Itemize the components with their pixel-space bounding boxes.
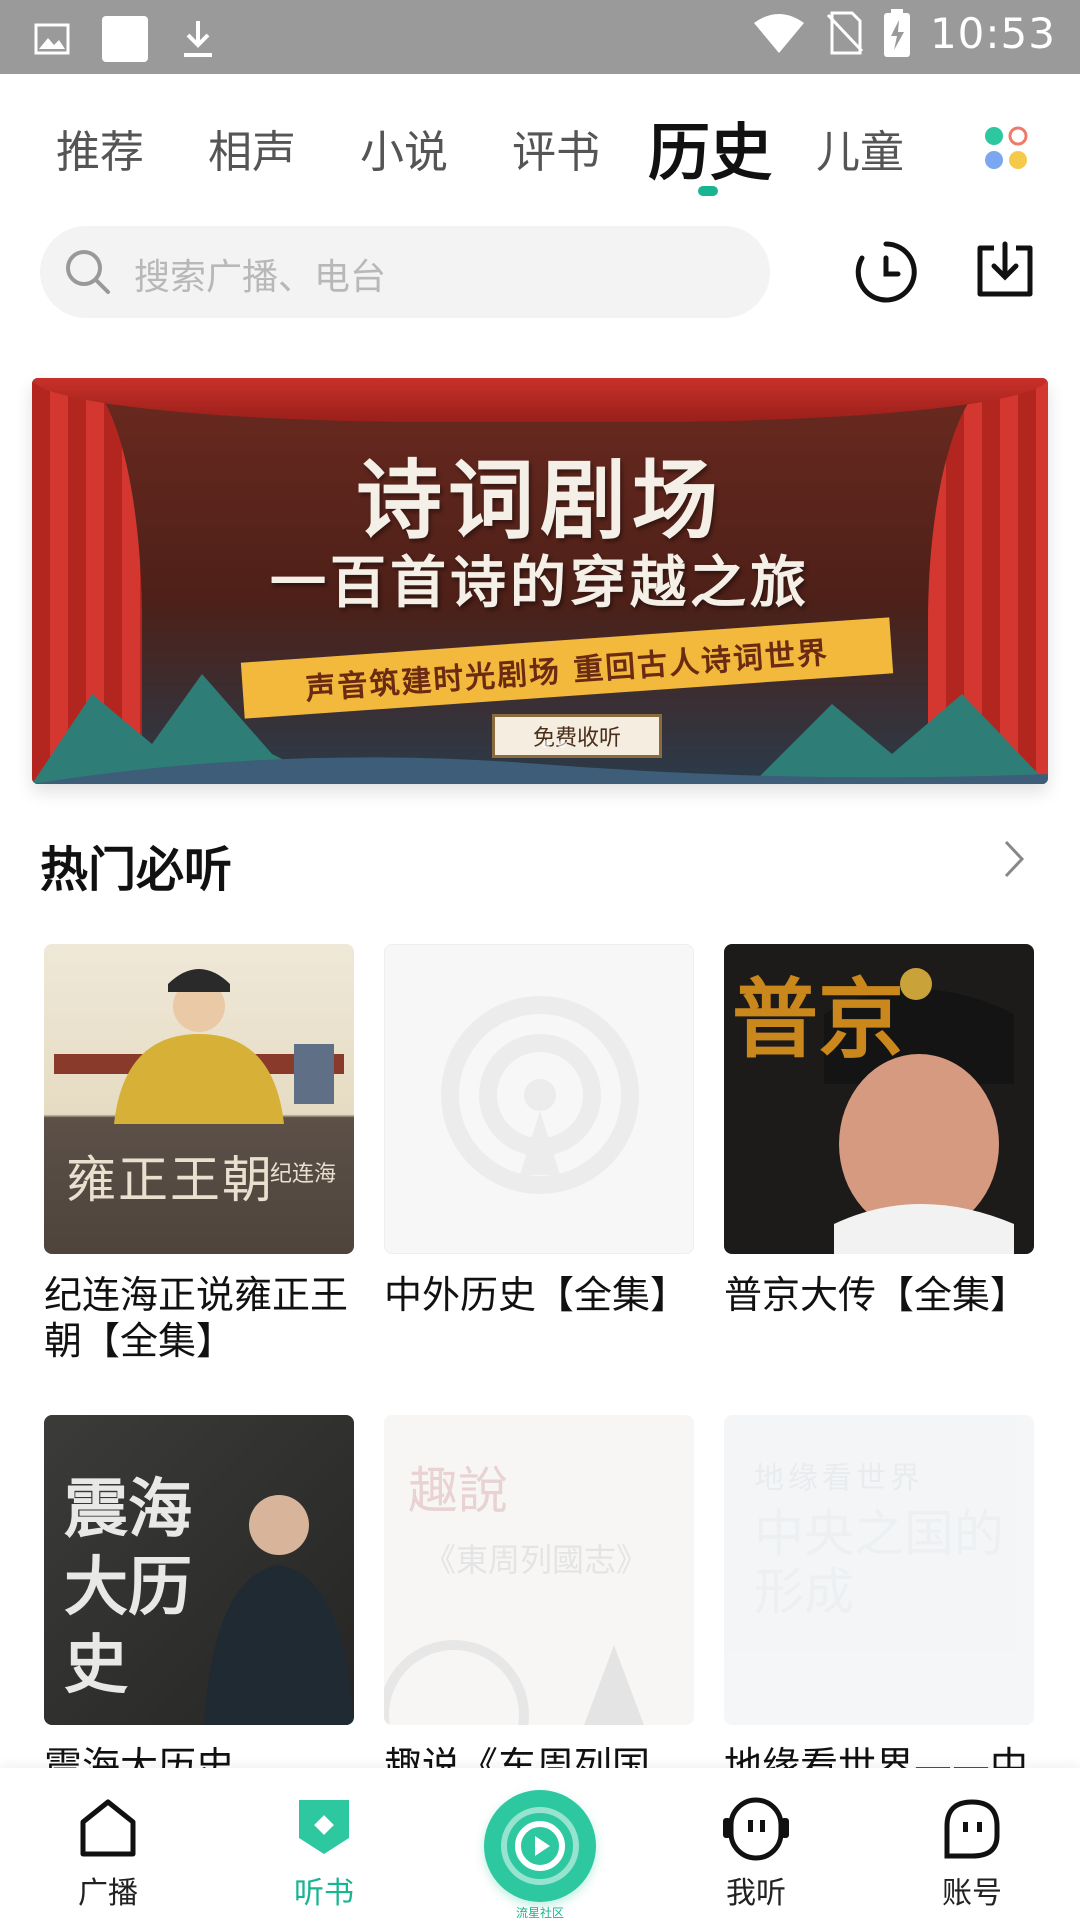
banner-page-dots (542, 740, 566, 748)
tab-novel[interactable]: 小说 (360, 116, 448, 180)
banner-subtitle: 一百首诗的穿越之旅 (270, 550, 810, 616)
nav-label: 广播 (78, 1876, 138, 1911)
book-title: 普京大传【全集】 (724, 1273, 1029, 1317)
nav-label: 账号 (942, 1876, 1002, 1911)
home-icon (80, 1799, 136, 1857)
curtain-top-decoration (32, 378, 1048, 422)
status-bar: 10:53 (0, 0, 1080, 74)
cover-title-text: 雍正王朝 (66, 1151, 274, 1209)
nav-label: 听书 (294, 1876, 354, 1911)
play-waves-icon (501, 1807, 579, 1885)
tab-active-indicator (698, 186, 718, 196)
gallery-icon (34, 23, 70, 55)
book-card[interactable]: 地缘看世界 中央之国的形成 地缘看世界——中 (724, 1415, 1034, 1789)
tab-history[interactable]: 历史 (648, 102, 772, 192)
book-card[interactable]: 普京 普京大传【全集】 (724, 944, 1034, 1318)
book-card[interactable]: 震海大历史 震海大历史 (44, 1415, 354, 1789)
cover-title-text: 地缘看世界 (754, 1461, 924, 1496)
category-tabs: 推荐 相声 小说 评书 历史 儿童 (0, 74, 1080, 214)
emperor-portrait-illustration (54, 969, 344, 1124)
account-face-icon (944, 1799, 1000, 1859)
listen-face-icon (723, 1797, 789, 1861)
book-title: 纪连海正说雍正王朝【全集】 (44, 1273, 349, 1363)
download-status-icon (184, 21, 212, 57)
tab-storytelling[interactable]: 评书 (512, 116, 600, 180)
community-center-button[interactable] (484, 1790, 596, 1902)
status-time: 10:53 (929, 8, 1056, 58)
search-icon (66, 250, 110, 294)
cover-subtitle-text: 纪连海 (270, 1162, 337, 1187)
banner-title: 诗词剧场 (356, 450, 724, 551)
tab-children[interactable]: 儿童 (816, 116, 904, 180)
battery-icon (883, 9, 910, 57)
promo-banner[interactable]: 诗词剧场 一百首诗的穿越之旅 声音筑建时光剧场 重回古人诗词世界 免费收听 (32, 378, 1048, 784)
book-card[interactable]: 趣說 《東周列國志》 趣说《东周列国 (384, 1415, 694, 1789)
nav-label: 我听 (726, 1876, 786, 1911)
tab-recommend[interactable]: 推荐 (56, 116, 144, 180)
wifi-icon (753, 14, 804, 53)
chevron-right-icon[interactable] (1000, 838, 1028, 880)
community-label: 流星社区 (515, 1906, 564, 1920)
book-card[interactable]: 中外历史【全集】 (384, 944, 694, 1318)
cover-title-text: 趣說 (408, 1462, 508, 1520)
book-card[interactable]: 雍正王朝 纪连海 纪连海正说雍正王朝【全集】 (44, 944, 354, 1364)
book-tag-icon (299, 1800, 349, 1854)
book-cover: 雍正王朝 纪连海 (44, 944, 354, 1254)
notification-square-icon (102, 16, 148, 62)
section-title: 热门必听 (40, 842, 233, 898)
cover-subtitle-text: 《東周列國志》 (424, 1541, 649, 1579)
book-cover: 趣說 《東周列國志》 (384, 1415, 694, 1725)
book-title: 中外历史【全集】 (384, 1273, 689, 1317)
cover-subtitle-text: 中央之国的形成 (754, 1505, 1004, 1621)
search-bar[interactable]: 搜索广播、电台 (40, 226, 770, 318)
cover-title-text: 普京 (732, 969, 904, 1070)
book-cover (384, 944, 694, 1254)
no-sim-icon (826, 11, 864, 55)
book-cover: 地缘看世界 中央之国的形成 (724, 1415, 1034, 1725)
cover-title-text: 震海大历史 (64, 1472, 192, 1703)
tab-crosstalk[interactable]: 相声 (208, 116, 296, 180)
search-placeholder: 搜索广播、电台 (134, 257, 387, 298)
more-categories-icon[interactable] (982, 124, 1030, 172)
download-icon[interactable] (974, 238, 1036, 300)
book-cover: 普京 (724, 944, 1034, 1254)
banner-listen-button[interactable]: 免费收听 (492, 714, 662, 758)
book-cover: 震海大历史 (44, 1415, 354, 1725)
pattern-illustration (384, 1640, 644, 1725)
podcast-placeholder-icon (441, 996, 639, 1194)
history-clock-icon[interactable] (854, 240, 918, 304)
